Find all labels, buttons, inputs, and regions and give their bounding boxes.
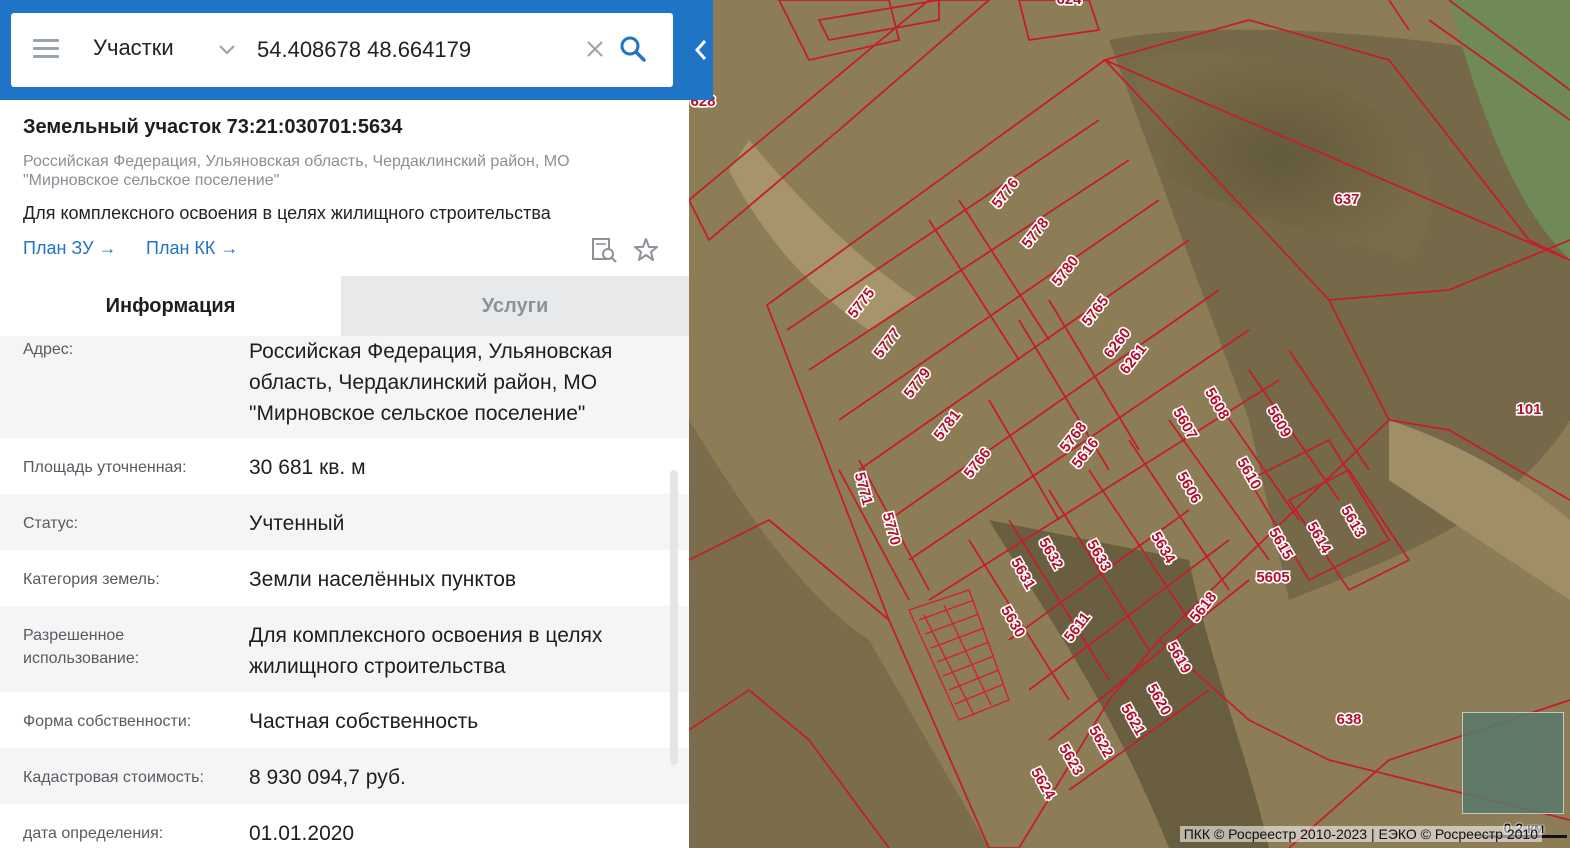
panel-tabs: Информация Услуги [0,276,689,336]
info-row-value: Частная собственность [249,710,479,733]
search-input[interactable] [255,31,579,69]
close-icon[interactable] [585,39,605,59]
tab-services[interactable]: Услуги [341,276,689,336]
search-box: Участки [11,13,673,87]
info-table: Адрес: Российская Федерация, Ульяновская… [0,336,689,848]
plan-zu-link[interactable]: План ЗУ → [23,238,117,259]
search-bar-container: Участки [0,0,689,100]
chevron-left-icon [694,40,707,60]
info-row-label: Статус: [23,515,79,532]
collapse-panel-button[interactable] [689,0,713,100]
satellite-map[interactable]: 5776577857805765626062615775577757795781… [689,0,1570,848]
menu-icon[interactable] [33,39,59,59]
parcel-title: Земельный участок 73:21:030701:5634 [23,116,403,138]
info-row-status: Статус: Учтенный [0,494,689,550]
parcel-label: 638 [1336,711,1361,728]
chevron-down-icon[interactable] [217,39,237,59]
parcel-label: 5605 [1256,569,1289,586]
info-row-label: Кадастровая стоимость: [23,769,204,786]
info-row-address: Адрес: Российская Федерация, Ульяновская… [0,336,689,438]
parcel-address: Российская Федерация, Ульяновская област… [23,153,570,189]
info-row-value: 8 930 094,7 руб. [249,766,406,789]
parcel-label: 101 [1516,401,1541,418]
info-row-value: Для комплексного освоения в целях жилищн… [249,624,603,678]
object-type-select[interactable]: Участки [93,35,174,61]
info-panel: Участки Земельный участок 73:21:030701:5… [0,0,689,848]
star-icon[interactable] [632,236,660,264]
info-row-permitted-use: Разрешенное использование: Для комплексн… [0,606,689,692]
map-view[interactable]: 5776 5778 5780 5765 6260 6261 5775 5777 5779 5781… [689,0,1570,848]
search-icon[interactable] [619,35,647,63]
document-search-icon[interactable] [590,236,618,264]
minimap[interactable] [1462,712,1564,814]
info-row-category: Категория земель: Земли населённых пункт… [0,550,689,606]
parcel-label: 624 [1056,0,1082,8]
info-row-value: 30 681 кв. м [249,456,366,479]
info-row-label: Адрес: [23,341,74,358]
info-row-date: дата определения: 01.01.2020 [0,804,689,848]
parcel-label: 637 [1334,191,1359,208]
info-row-value: Учтенный [249,512,345,535]
info-row-label: Разрешенное использование: [23,627,140,667]
info-row-label: Форма собственности: [23,713,192,730]
info-row-label: Категория земель: [23,571,160,588]
info-row-value: Российская Федерация, Ульяновская област… [249,340,613,425]
info-row-value: Земли населённых пунктов [249,568,517,591]
panel-scrollbar[interactable] [670,470,678,765]
parcel-purpose: Для комплексного освоения в целях жилищн… [23,203,551,223]
info-row-value: 01.01.2020 [249,822,355,845]
info-row-area: Площадь уточненная: 30 681 кв. м [0,438,689,494]
plan-kk-link[interactable]: План КК → [146,238,238,259]
info-row-ownership: Форма собственности: Частная собственнос… [0,692,689,748]
tab-information[interactable]: Информация [0,276,341,336]
info-row-label: дата определения: [23,825,164,842]
info-row-cadastral-value: Кадастровая стоимость: 8 930 094,7 руб. [0,748,689,804]
map-copyright: ПКК © Росреестр 2010-2023 | ЕЭКО © Росре… [1179,826,1542,842]
info-row-label: Площадь уточненная: [23,459,187,476]
